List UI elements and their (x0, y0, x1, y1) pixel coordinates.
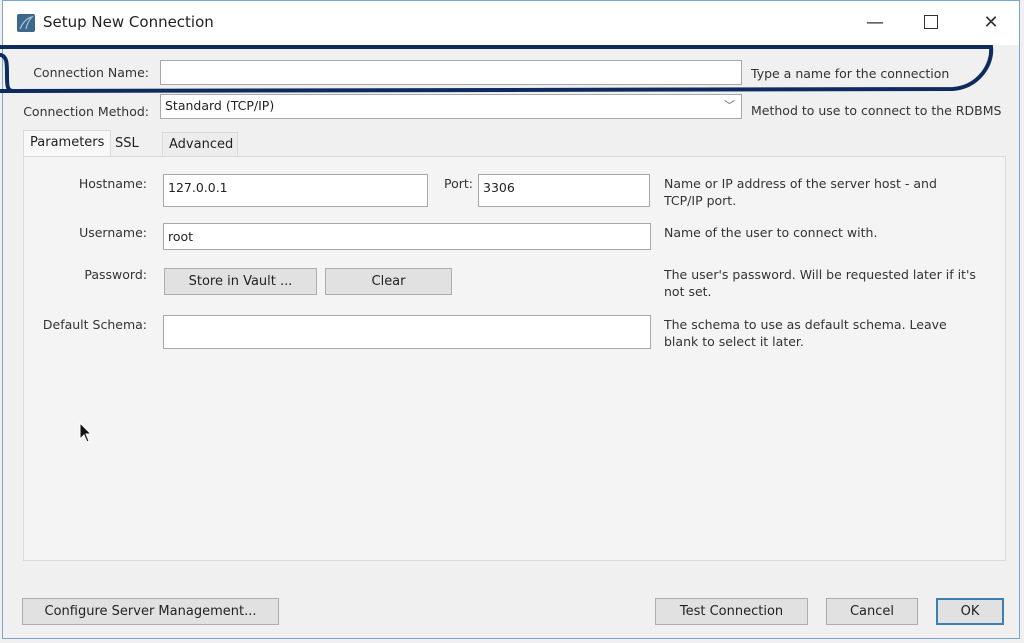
username-label: Username: (79, 225, 147, 240)
clear-password-button[interactable]: Clear (325, 268, 452, 295)
maximize-button[interactable] (909, 7, 953, 37)
chevron-down-icon: ﹀ (724, 99, 735, 112)
password-hint-line-1: The user's password. Will be requested l… (664, 267, 976, 282)
parameters-panel (23, 156, 1006, 561)
hostname-hint-line-2: TCP/IP port. (664, 193, 737, 208)
ok-button[interactable]: OK (936, 598, 1004, 625)
tab-parameters[interactable]: Parameters (23, 130, 112, 157)
maximize-icon (924, 15, 938, 29)
password-hint-line-2: not set. (664, 284, 712, 299)
connection-method-hint: Method to use to connect to the RDBMS (751, 103, 1002, 118)
connection-name-input[interactable] (160, 60, 742, 85)
close-button[interactable]: ✕ (969, 7, 1013, 37)
mysql-workbench-icon (17, 14, 35, 32)
hostname-input[interactable] (163, 174, 428, 207)
minimize-button[interactable]: — (853, 7, 897, 37)
connection-method-select[interactable]: Standard (TCP/IP) ﹀ (160, 94, 742, 119)
store-in-vault-button[interactable]: Store in Vault ... (164, 268, 317, 295)
cancel-button[interactable]: Cancel (826, 598, 918, 625)
tab-advanced[interactable]: Advanced (162, 132, 238, 157)
username-hint: Name of the user to connect with. (664, 225, 878, 240)
minimize-icon: — (866, 11, 884, 33)
default-schema-input[interactable] (163, 315, 651, 349)
window-title: Setup New Connection (43, 13, 214, 31)
default-schema-hint-line-2: blank to select it later. (664, 334, 804, 349)
connection-name-hint: Type a name for the connection (751, 66, 950, 81)
connection-method-value: Standard (TCP/IP) (165, 98, 275, 113)
password-label: Password: (84, 267, 147, 282)
close-icon: ✕ (983, 11, 999, 33)
test-connection-button[interactable]: Test Connection (655, 598, 808, 625)
default-schema-hint-line-1: The schema to use as default schema. Lea… (664, 317, 947, 332)
connection-method-label: Connection Method: (23, 104, 149, 119)
connection-name-label: Connection Name: (33, 65, 149, 80)
setup-connection-dialog: Setup New Connection — ✕ Connection Name… (0, 0, 1020, 639)
tab-ssl[interactable]: SSL (109, 132, 145, 157)
title-bar: Setup New Connection — ✕ (3, 1, 1019, 45)
port-input[interactable] (478, 174, 650, 207)
password-hint: The user's password. Will be requested l… (664, 266, 976, 300)
default-schema-label: Default Schema: (42, 317, 147, 332)
hostname-hint-line-1: Name or IP address of the server host - … (664, 176, 937, 191)
username-input[interactable] (163, 223, 651, 250)
mouse-cursor-icon (79, 422, 93, 443)
hostname-label: Hostname: (78, 176, 147, 191)
configure-server-management-button[interactable]: Configure Server Management... (22, 598, 279, 625)
hostname-hint: Name or IP address of the server host - … (664, 175, 937, 209)
default-schema-hint: The schema to use as default schema. Lea… (664, 316, 947, 350)
port-label: Port: (444, 176, 473, 191)
